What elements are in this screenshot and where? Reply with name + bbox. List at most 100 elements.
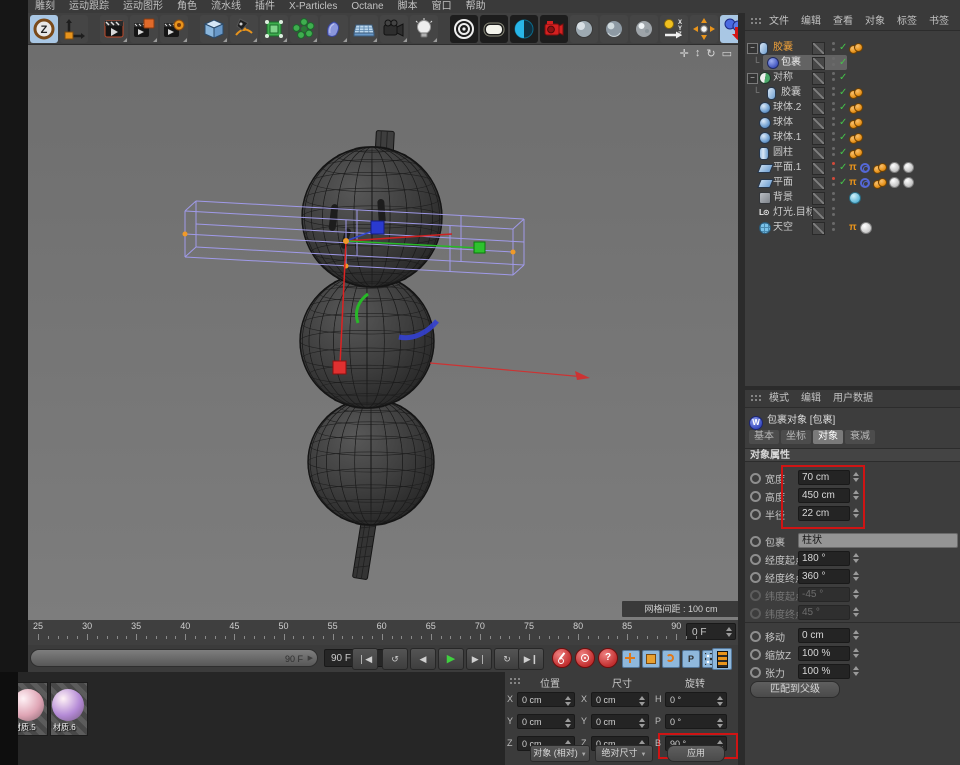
attribute-value-field[interactable]: -45 ° bbox=[798, 587, 850, 602]
panel-divider[interactable] bbox=[738, 13, 745, 765]
object-row[interactable]: 平面✓ bbox=[745, 175, 960, 190]
om-menu-item[interactable]: 文件 bbox=[769, 13, 789, 30]
object-row[interactable]: 平面.1 ✓ bbox=[745, 160, 960, 175]
attribute-value-field[interactable]: 22 cm bbox=[798, 506, 850, 521]
am-menu-item[interactable]: 模式 bbox=[769, 390, 789, 407]
xyz-axis-button[interactable]: XYZ bbox=[660, 15, 688, 43]
attribute-value-field[interactable]: 0 cm bbox=[798, 628, 850, 643]
attribute-value-field[interactable]: 450 cm bbox=[798, 488, 850, 503]
camera-button[interactable] bbox=[380, 15, 408, 43]
object-row[interactable]: └包裹✓ bbox=[745, 55, 960, 70]
record-rotation-toggle[interactable] bbox=[662, 650, 680, 668]
fit-to-parent-button[interactable]: 匹配到父级 bbox=[750, 681, 840, 698]
render-view-button[interactable] bbox=[100, 15, 128, 43]
attribute-value-field[interactable]: 100 % bbox=[798, 646, 850, 661]
play-forward-button[interactable]: ▶ bbox=[438, 648, 464, 670]
texture-tag-icon[interactable] bbox=[903, 177, 914, 188]
visibility-dots-icon[interactable] bbox=[832, 177, 836, 188]
stepper-icon[interactable] bbox=[852, 552, 860, 564]
enabled-check-icon[interactable]: ✓ bbox=[839, 160, 847, 175]
visibility-toggle-icon[interactable] bbox=[812, 87, 825, 100]
expander-icon[interactable]: − bbox=[747, 43, 758, 54]
enabled-check-icon[interactable]: ✓ bbox=[839, 40, 847, 55]
visibility-toggle-icon[interactable] bbox=[812, 177, 825, 190]
enabled-check-icon[interactable]: ✓ bbox=[839, 70, 847, 85]
am-menu-item[interactable]: 编辑 bbox=[801, 390, 821, 407]
coord-mode-dropdown[interactable]: 对象 (相对) bbox=[530, 745, 590, 762]
keyframe-ring-icon[interactable] bbox=[750, 509, 761, 520]
menu-item[interactable]: Octane bbox=[351, 0, 383, 13]
keyframe-ring-icon[interactable] bbox=[750, 572, 761, 583]
object-row[interactable]: 球体✓ bbox=[745, 115, 960, 130]
sky-button[interactable] bbox=[510, 15, 538, 43]
phong-tag-icon[interactable] bbox=[849, 88, 862, 98]
object-row[interactable]: −对称✓ bbox=[745, 70, 960, 85]
keyframe-ring-icon[interactable] bbox=[750, 667, 761, 678]
attribute-dropdown[interactable]: 柱状 bbox=[798, 533, 958, 548]
visibility-dots-icon[interactable] bbox=[832, 117, 836, 128]
ik-tools-button[interactable] bbox=[690, 15, 718, 43]
om-menu-item[interactable]: 对象 bbox=[865, 13, 885, 30]
visibility-toggle-icon[interactable] bbox=[812, 207, 825, 220]
menu-item[interactable]: 脚本 bbox=[398, 0, 418, 13]
visibility-dots-icon[interactable] bbox=[832, 42, 836, 53]
goz-button[interactable]: Z bbox=[30, 15, 58, 43]
visibility-dots-icon[interactable] bbox=[832, 132, 836, 143]
object-name[interactable]: 胶囊 bbox=[773, 40, 793, 55]
tab-对象[interactable]: 对象 bbox=[813, 430, 843, 444]
stepper-icon[interactable] bbox=[852, 507, 860, 519]
visibility-dots-icon[interactable] bbox=[832, 192, 836, 203]
go-to-start-button[interactable]: ❘◀ bbox=[352, 648, 378, 670]
object-name[interactable]: 圆柱 bbox=[773, 145, 793, 160]
rotate-view-icon[interactable]: ↻ bbox=[706, 47, 715, 60]
record-active-objects-button[interactable] bbox=[552, 648, 572, 668]
stepper-icon[interactable] bbox=[716, 695, 724, 707]
pan-view-icon[interactable]: ✛ bbox=[680, 47, 689, 60]
menu-item[interactable]: 运动图形 bbox=[123, 0, 163, 13]
coord-value-field[interactable]: 0 cm bbox=[517, 714, 575, 729]
object-row[interactable]: 球体.2✓ bbox=[745, 100, 960, 115]
enabled-check-icon[interactable]: ✓ bbox=[839, 85, 847, 100]
stepper-icon[interactable] bbox=[852, 570, 860, 582]
object-name[interactable]: 对称 bbox=[773, 70, 793, 85]
visibility-dots-icon[interactable] bbox=[832, 162, 836, 173]
object-row[interactable]: 背景 bbox=[745, 190, 960, 205]
enabled-check-icon[interactable]: ✓ bbox=[839, 130, 847, 145]
area-light-button[interactable] bbox=[480, 15, 508, 43]
phong-tag-icon[interactable] bbox=[849, 118, 862, 128]
enabled-check-icon[interactable]: ✓ bbox=[839, 145, 847, 160]
object-row[interactable]: 球体.1✓ bbox=[745, 130, 960, 145]
mograph-button[interactable] bbox=[290, 15, 318, 43]
phong-tag-icon[interactable] bbox=[849, 133, 862, 143]
attribute-value-field[interactable]: 180 ° bbox=[798, 551, 850, 566]
tab-基本[interactable]: 基本 bbox=[749, 430, 779, 444]
object-row[interactable]: − 胶囊 ✓ bbox=[745, 40, 960, 55]
floor-button[interactable] bbox=[350, 15, 378, 43]
keyframe-ring-icon[interactable] bbox=[750, 491, 761, 502]
menu-item[interactable]: X-Particles bbox=[289, 0, 337, 13]
phong-tag-icon[interactable] bbox=[873, 178, 886, 188]
menu-item[interactable]: 运动跟踪 bbox=[69, 0, 109, 13]
texture-tag-icon[interactable] bbox=[889, 177, 900, 188]
object-row[interactable]: 天空 bbox=[745, 220, 960, 235]
object-name[interactable]: 平面.1 bbox=[773, 160, 801, 175]
object-row[interactable]: 灯光.目标.1 bbox=[745, 205, 960, 220]
am-menu-item[interactable]: 用户数据 bbox=[833, 390, 873, 407]
menu-item[interactable]: 插件 bbox=[255, 0, 275, 13]
visibility-dots-icon[interactable] bbox=[832, 147, 836, 158]
material-cyan-tag-icon[interactable] bbox=[849, 192, 861, 204]
material-item[interactable]: 材质.6 bbox=[50, 682, 88, 752]
panel-handle-icon[interactable] bbox=[508, 676, 520, 686]
primitive-cube-button[interactable] bbox=[200, 15, 228, 43]
visibility-toggle-icon[interactable] bbox=[812, 117, 825, 130]
stepper-icon[interactable] bbox=[638, 717, 646, 729]
panel-handle-icon[interactable] bbox=[749, 393, 761, 403]
previous-frame-button[interactable]: ◀ bbox=[410, 648, 436, 670]
object-row[interactable]: └胶囊✓ bbox=[745, 85, 960, 100]
phong-tag-icon[interactable] bbox=[849, 103, 862, 113]
panel-handle-icon[interactable] bbox=[749, 16, 761, 26]
object-name[interactable]: 球体 bbox=[773, 115, 793, 130]
phong-tag-icon[interactable] bbox=[849, 43, 862, 53]
play-backward-button[interactable]: ↺ bbox=[382, 648, 408, 670]
timeline-range-slider[interactable]: 90 F bbox=[30, 649, 318, 667]
